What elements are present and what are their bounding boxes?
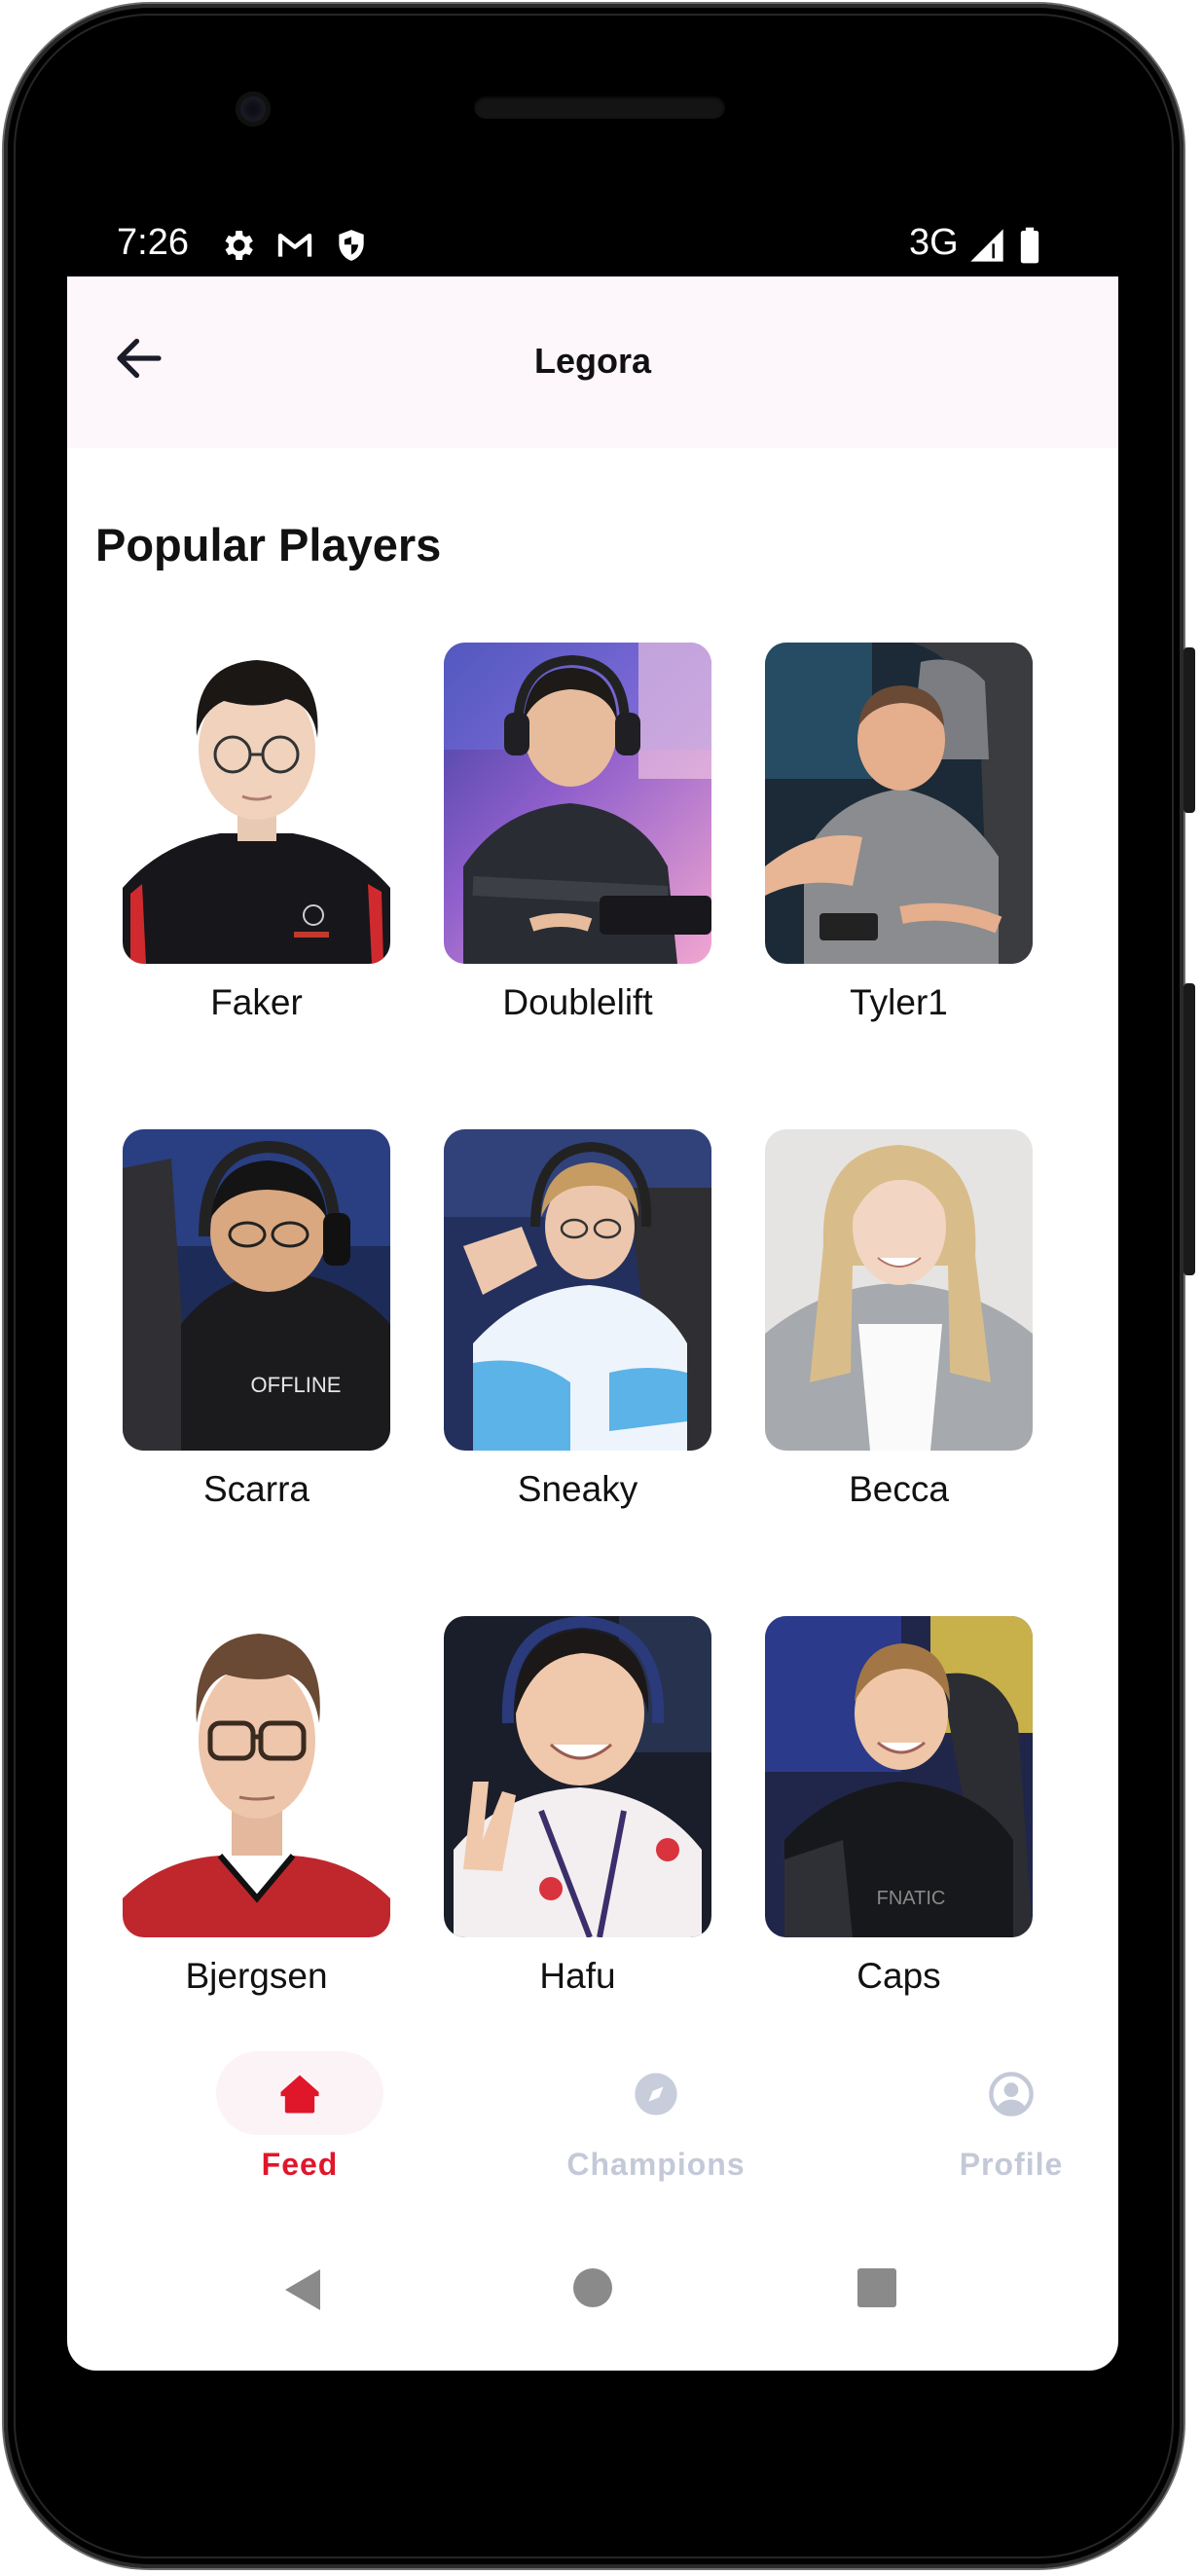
- player-photo: [444, 643, 711, 964]
- home-icon: [280, 2075, 319, 2114]
- front-camera: [236, 92, 271, 127]
- player-card[interactable]: Sneaky: [444, 1129, 711, 1519]
- section-title: Popular Players: [95, 519, 442, 570]
- player-card[interactable]: Hafu: [444, 1616, 711, 2006]
- player-name: Faker: [210, 982, 303, 1022]
- nav-label: Feed: [261, 2147, 339, 2182]
- status-time: 7:26: [117, 222, 189, 263]
- player-name: Doublelift: [502, 982, 653, 1022]
- player-photo: [123, 1616, 390, 1937]
- player-name: Sneaky: [517, 1469, 638, 1509]
- player-card[interactable]: OFFLINE Scarra: [123, 1129, 390, 1519]
- compass-icon: [635, 2073, 677, 2116]
- nav-label: Profile: [959, 2147, 1064, 2182]
- network-type: 3G: [909, 222, 959, 263]
- earpiece-speaker: [474, 95, 725, 119]
- players-grid: Faker Doublelift Tyler1 OFFLINE Scarra S…: [123, 643, 1047, 2064]
- player-photo: OFFLINE: [123, 1129, 390, 1451]
- player-photo: [765, 1129, 1033, 1451]
- signal-icon: [967, 226, 1006, 270]
- player-card[interactable]: Faker: [123, 643, 390, 1032]
- top-app-bar: Legora: [67, 276, 1118, 448]
- player-card[interactable]: Becca: [765, 1129, 1033, 1519]
- nav-label: Champions: [566, 2147, 746, 2182]
- player-name: Becca: [849, 1469, 949, 1509]
- nav-item-feed[interactable]: Feed: [168, 2051, 431, 2197]
- status-bar: 7:26 3G: [66, 216, 1049, 276]
- player-card[interactable]: Tyler1: [765, 643, 1033, 1032]
- page-title: Legora: [533, 341, 652, 381]
- gear-icon: [218, 226, 257, 270]
- player-name: Tyler1: [850, 982, 948, 1022]
- player-photo: [123, 643, 390, 964]
- recents-square-icon[interactable]: [857, 2268, 896, 2307]
- player-photo: FNATIC: [765, 1616, 1033, 1937]
- player-card[interactable]: Bjergsen: [123, 1616, 390, 2006]
- svg-text:OFFLINE: OFFLINE: [251, 1373, 342, 1397]
- player-card[interactable]: Doublelift: [444, 643, 711, 1032]
- power-button: [1184, 983, 1195, 1275]
- home-circle-icon[interactable]: [572, 2267, 613, 2308]
- battery-icon: [1018, 226, 1041, 270]
- nav-item-profile[interactable]: Profile: [880, 2051, 1118, 2197]
- player-name: Hafu: [539, 1956, 616, 1996]
- bottom-navigation: Feed Champions Profile: [67, 2051, 1118, 2197]
- shield-icon: [333, 226, 370, 270]
- player-card[interactable]: FNATIC Caps: [765, 1616, 1033, 2006]
- nav-item-champions[interactable]: Champions: [525, 2051, 787, 2197]
- volume-button: [1184, 647, 1195, 813]
- player-name: Scarra: [203, 1469, 310, 1509]
- player-photo: [444, 1129, 711, 1451]
- account-circle-icon: [989, 2072, 1034, 2116]
- player-photo: [765, 643, 1033, 964]
- player-photo: [444, 1616, 711, 1937]
- back-triangle-icon[interactable]: [283, 2267, 322, 2312]
- player-name: Caps: [856, 1956, 941, 1996]
- svg-text:FNATIC: FNATIC: [877, 1888, 946, 1909]
- gmail-icon: [274, 226, 315, 270]
- app-screen: Legora Popular Players Faker Doublelift …: [67, 276, 1118, 2371]
- player-name: Bjergsen: [185, 1956, 328, 1996]
- system-navigation-bar: [67, 2224, 1118, 2340]
